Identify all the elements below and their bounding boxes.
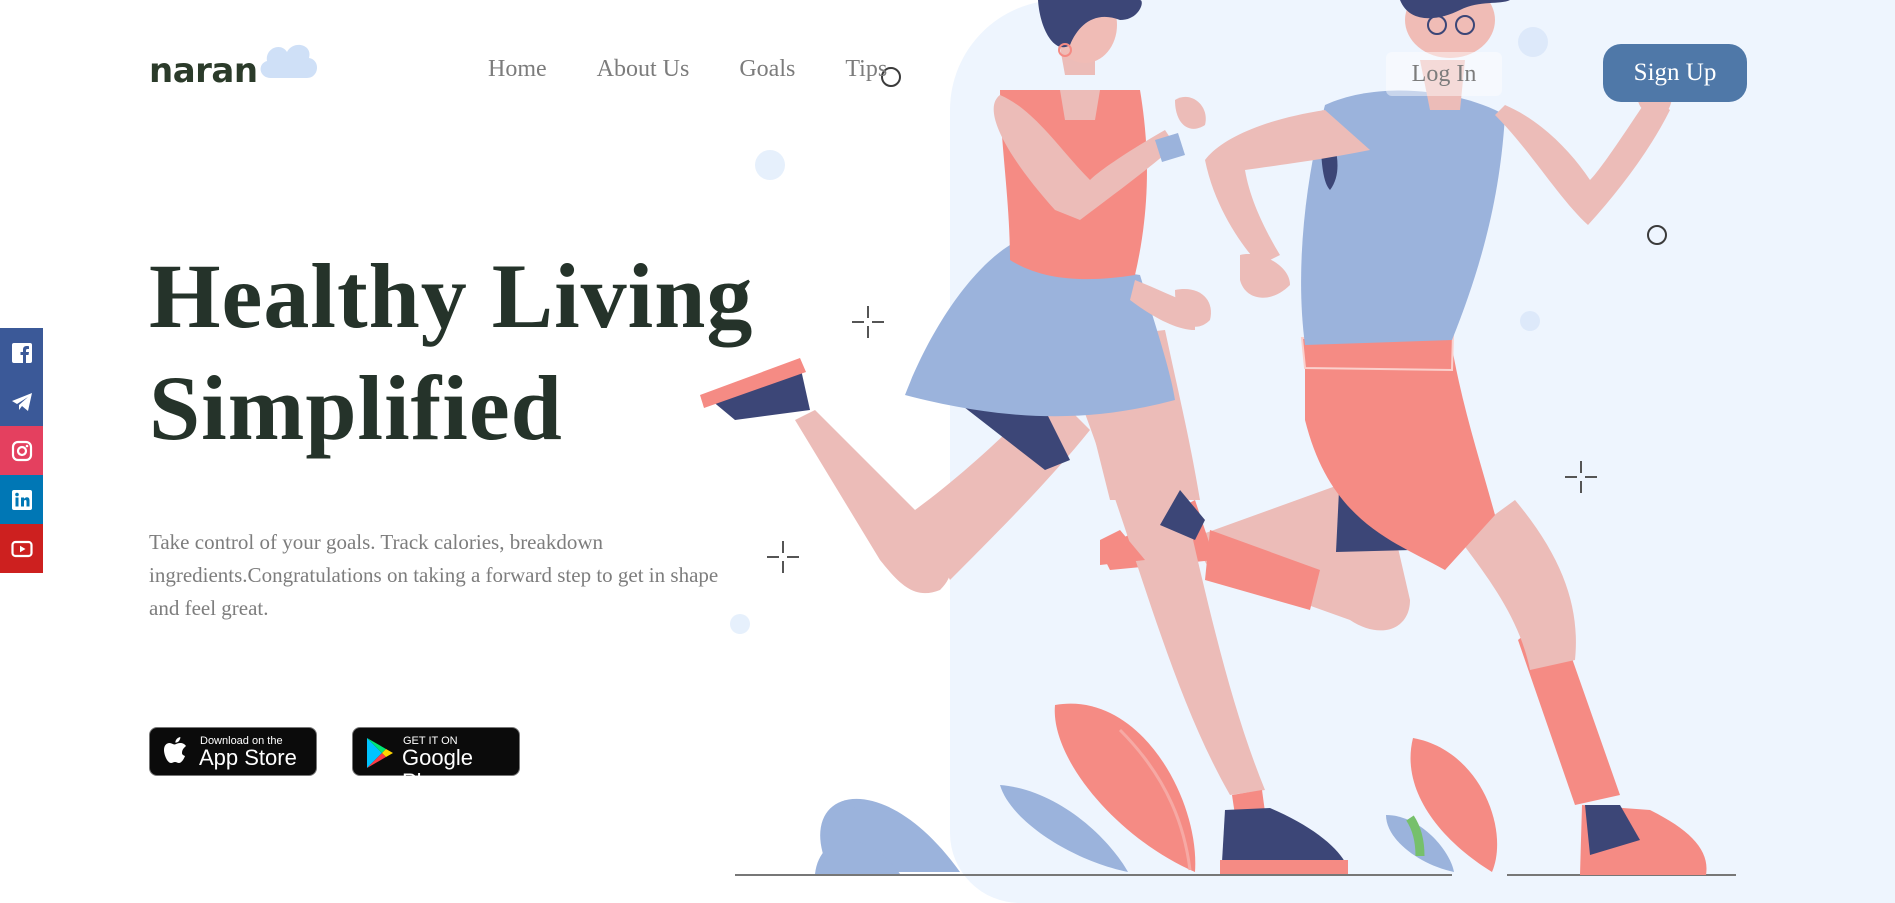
nav-about-us[interactable]: About Us	[597, 56, 690, 83]
social-facebook[interactable]	[0, 328, 43, 377]
hero-title-line2: Simplified	[149, 357, 563, 459]
nav-goals[interactable]: Goals	[739, 56, 795, 83]
hero-title-line1: Healthy Living	[149, 245, 754, 347]
linkedin-icon	[11, 489, 32, 510]
google-play-button[interactable]: GET IT ON Google Play	[352, 727, 520, 794]
facebook-icon	[11, 342, 32, 363]
apple-icon	[164, 737, 186, 763]
hero-title: Healthy Living Simplified	[149, 240, 753, 464]
nav-tips[interactable]: Tips	[845, 56, 887, 83]
login-button[interactable]: Log In	[1386, 52, 1502, 96]
social-youtube[interactable]	[0, 524, 43, 573]
instagram-icon	[11, 440, 32, 461]
main-nav: Home About Us Goals Tips	[488, 56, 887, 83]
youtube-icon	[10, 540, 33, 557]
nav-home[interactable]: Home	[488, 56, 547, 83]
signup-button[interactable]: Sign Up	[1603, 44, 1747, 102]
brand-logo[interactable]: naran	[149, 44, 319, 96]
app-store-button[interactable]: Download on the App Store	[149, 727, 317, 776]
cloud-icon	[260, 44, 318, 78]
telegram-icon	[11, 392, 32, 411]
social-linkedin[interactable]	[0, 475, 43, 524]
brand-name: naran	[149, 51, 258, 91]
hero-description: Take control of your goals. Track calori…	[149, 530, 719, 620]
social-instagram[interactable]	[0, 426, 43, 475]
app-store-label: App Store	[199, 745, 297, 770]
hero-background	[950, 0, 1895, 903]
social-telegram[interactable]	[0, 377, 43, 426]
social-sidebar	[0, 328, 43, 573]
google-play-label: Google Play	[402, 745, 473, 794]
google-play-icon	[367, 738, 393, 768]
